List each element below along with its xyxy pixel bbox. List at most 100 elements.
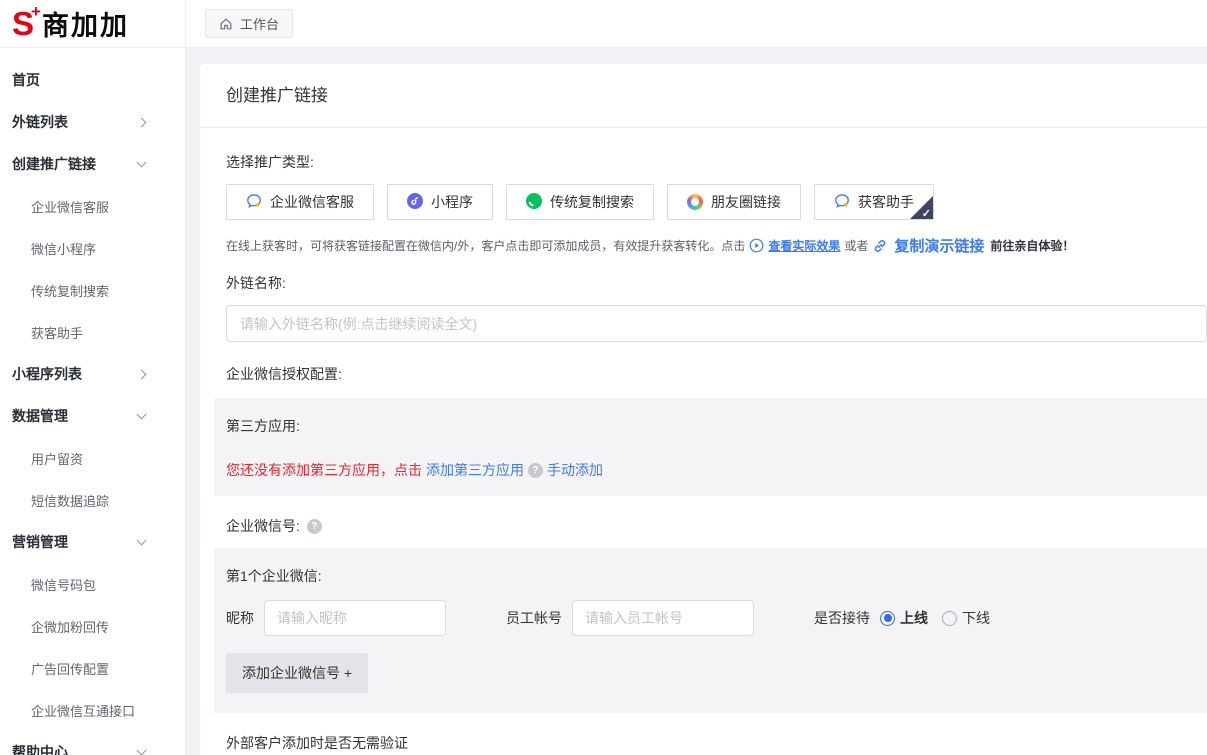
sidebar: 首页 外链列表 创建推广链接 企业微信客服 微信小程序 传统复制搜索 获客助手 … (0, 48, 186, 755)
radio-online[interactable]: 上线 (880, 608, 928, 628)
radio-online-label: 上线 (900, 608, 928, 628)
type-button-label: 小程序 (431, 192, 473, 212)
sidebar-item-copy-search[interactable]: 传统复制搜索 (0, 269, 185, 311)
third-party-app-label: 第三方应用: (226, 416, 1187, 436)
sidebar-item-label: 企业微信客服 (31, 197, 109, 216)
radio-checked-icon (880, 611, 895, 626)
nickname-label: 昵称 (226, 608, 254, 628)
chevron-right-icon (137, 369, 147, 379)
type-button-label: 朋友圈链接 (711, 192, 781, 212)
sidebar-item-label: 外链列表 (12, 112, 68, 132)
page-title: 创建推广链接 (200, 64, 1207, 128)
app-window: S+ 商加加 工作台 首页 外链列表 创建推广链接 企业微信客服 微信小程序 传… (0, 0, 1207, 755)
radio-unchecked-icon (942, 611, 957, 626)
sidebar-item-label: 帮助中心 (12, 742, 68, 755)
link-chain-icon[interactable] (872, 238, 888, 254)
promo-tip-line: 在线上获客时，可将获客链接配置在微信内/外，客户点击即可添加成员，有效提升获客转… (226, 235, 1207, 256)
sidebar-item-label: 短信数据追踪 (31, 491, 109, 510)
sidebar-item-label: 首页 (12, 70, 40, 90)
play-circle-icon[interactable] (749, 238, 764, 253)
tip-post-text: 前往亲自体验！ (990, 237, 1074, 254)
serve-toggle-label: 是否接待 (814, 608, 870, 628)
sidebar-item-marketing-management[interactable]: 营销管理 (0, 521, 185, 563)
type-button-label: 获客助手 (858, 192, 914, 212)
green-search-icon (526, 193, 542, 212)
brand-logo-text: 商加加 (42, 4, 129, 43)
sidebar-item-create-promo-link[interactable]: 创建推广链接 (0, 143, 185, 185)
sidebar-item-sms-tracking[interactable]: 短信数据追踪 (0, 479, 185, 521)
view-effect-link[interactable]: 查看实际效果 (768, 237, 840, 254)
type-button-copy-search[interactable]: 传统复制搜索 (506, 184, 654, 220)
wecom-account-form-row: 昵称 员工帐号 是否接待 上线 下线 (226, 600, 1187, 636)
sidebar-item-ad-callback-config[interactable]: 广告回传配置 (0, 647, 185, 689)
sidebar-item-wecom-fan-callback[interactable]: 企微加粉回传 (0, 605, 185, 647)
tip-or-text: 或者 (844, 237, 868, 254)
chevron-down-icon (137, 158, 147, 168)
sidebar-item-label: 营销管理 (12, 532, 68, 552)
add-wecom-account-button[interactable]: 添加企业微信号 + (226, 653, 368, 693)
help-question-icon[interactable]: ? (307, 519, 322, 534)
manual-add-link[interactable]: 手动添加 (547, 460, 603, 480)
acquire-chat-icon (834, 193, 850, 212)
topbar: 工作台 (186, 0, 1207, 48)
nickname-input[interactable] (264, 600, 446, 636)
sidebar-item-label: 微信号码包 (31, 575, 96, 594)
type-button-label: 传统复制搜索 (550, 192, 634, 212)
copy-demo-link[interactable]: 复制演示链接 (894, 235, 984, 256)
type-button-wecom-service[interactable]: 企业微信客服 (226, 184, 374, 220)
link-name-label: 外链名称: (226, 273, 1207, 293)
promo-type-row: 企业微信客服 小程序 传统复制搜索 (226, 184, 1207, 220)
sidebar-item-help-center[interactable]: 帮助中心 (0, 731, 185, 755)
wecom-account-panel: 第1个企业微信: 昵称 员工帐号 是否接待 上线 (214, 548, 1207, 713)
wecom-auth-config-label: 企业微信授权配置: (226, 364, 1207, 384)
type-button-acquire-assistant[interactable]: 获客助手 ✓ (814, 184, 934, 220)
type-button-moments-link[interactable]: 朋友圈链接 (667, 184, 801, 220)
sidebar-item-label: 创建推广链接 (12, 154, 96, 174)
radio-offline[interactable]: 下线 (942, 608, 990, 628)
sidebar-item-label: 传统复制搜索 (31, 281, 109, 300)
sidebar-item-wecom-interop-api[interactable]: 企业微信互通接口 (0, 689, 185, 731)
add-third-party-app-link[interactable]: 添加第三方应用 (426, 460, 524, 480)
brand-logo: S+ 商加加 (0, 0, 186, 48)
sidebar-item-wechat-number-pack[interactable]: 微信号码包 (0, 563, 185, 605)
chevron-right-icon (137, 117, 147, 127)
sidebar-item-miniprogram-list[interactable]: 小程序列表 (0, 353, 185, 395)
sidebar-item-label: 小程序列表 (12, 364, 82, 384)
sidebar-item-label: 微信小程序 (31, 239, 96, 258)
first-wecom-label: 第1个企业微信: (226, 566, 1187, 586)
tip-text: 在线上获客时，可将获客链接配置在微信内/外，客户点击即可添加成员，有效提升获客转… (226, 237, 745, 254)
create-link-card: 创建推广链接 选择推广类型: 企业微信客服 小程序 (200, 64, 1207, 755)
link-name-input[interactable] (226, 305, 1207, 342)
sidebar-item-label: 广告回传配置 (31, 659, 109, 678)
promo-type-label: 选择推广类型: (226, 152, 1207, 172)
sidebar-item-label: 企业微信互通接口 (31, 701, 135, 720)
sidebar-item-link-list[interactable]: 外链列表 (0, 101, 185, 143)
home-icon (219, 17, 233, 31)
staff-account-input[interactable] (572, 600, 754, 636)
create-link-form: 选择推广类型: 企业微信客服 小程序 (200, 128, 1207, 755)
workbench-tab[interactable]: 工作台 (205, 9, 293, 38)
third-party-warning-line: 您还没有添加第三方应用，点击 添加第三方应用 ? 手动添加 (226, 460, 1187, 480)
brand-logo-mark: S+ (12, 7, 40, 40)
sidebar-item-data-management[interactable]: 数据管理 (0, 395, 185, 437)
sidebar-item-label: 企微加粉回传 (31, 617, 109, 636)
chevron-down-icon (137, 536, 147, 546)
staff-account-label: 员工帐号 (506, 608, 562, 628)
sidebar-item-label: 获客助手 (31, 323, 83, 342)
type-button-miniprogram[interactable]: 小程序 (387, 184, 493, 220)
warning-text: 您还没有添加第三方应用，点击 (226, 460, 422, 480)
sidebar-item-user-leads[interactable]: 用户留资 (0, 437, 185, 479)
main-area: 创建推广链接 选择推广类型: 企业微信客服 小程序 (186, 48, 1207, 755)
wecom-account-label: 企业微信号: (226, 516, 300, 536)
chevron-down-icon (137, 410, 147, 420)
wecom-account-label-row: 企业微信号: ? (226, 516, 1207, 536)
sidebar-item-wecom-service[interactable]: 企业微信客服 (0, 185, 185, 227)
sidebar-item-home[interactable]: 首页 (0, 59, 185, 101)
sidebar-item-label: 数据管理 (12, 406, 68, 426)
verify-question-label: 外部客户添加时是否无需验证 (226, 733, 1207, 753)
brand-logo-plus: + (31, 2, 40, 21)
sidebar-item-wechat-miniprogram[interactable]: 微信小程序 (0, 227, 185, 269)
miniprogram-icon (407, 193, 423, 212)
help-question-icon[interactable]: ? (528, 463, 543, 478)
sidebar-item-acquire-assistant[interactable]: 获客助手 (0, 311, 185, 353)
